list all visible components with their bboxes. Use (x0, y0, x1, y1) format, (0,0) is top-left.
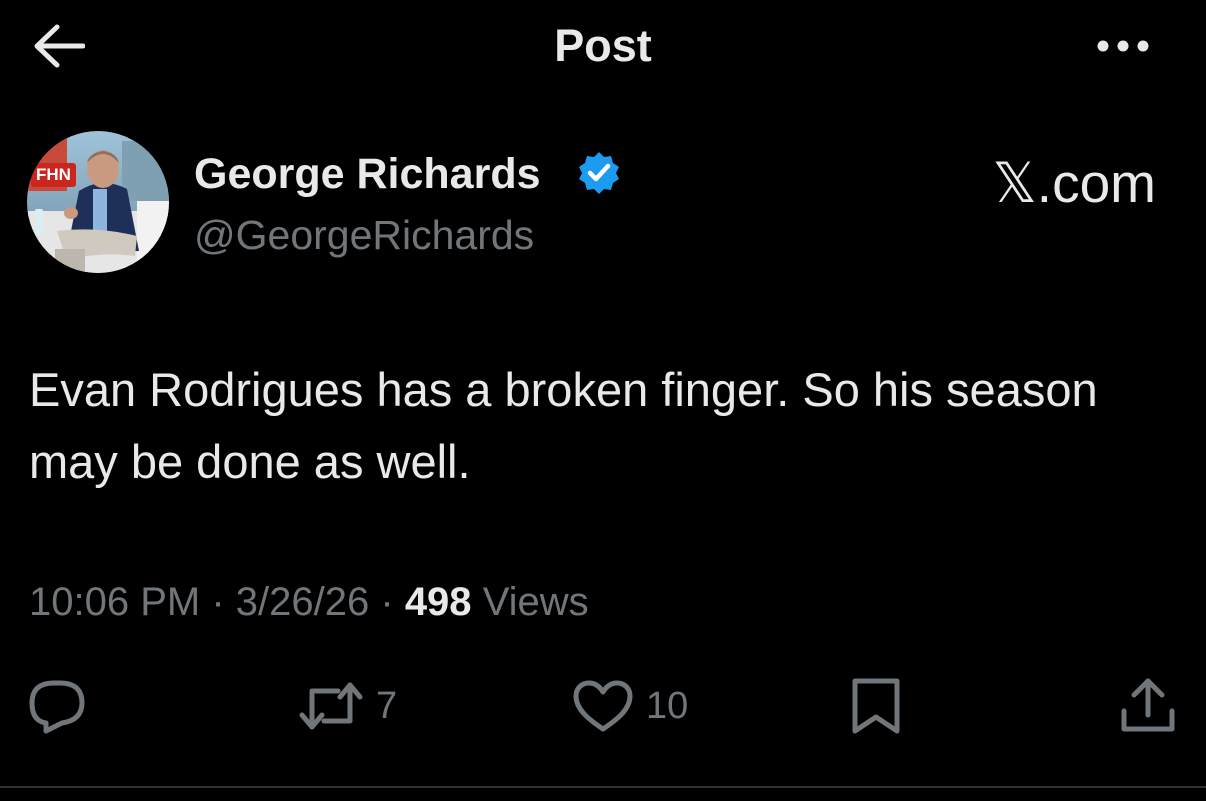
author-handle[interactable]: @GeorgeRichards (194, 208, 534, 262)
repost-button[interactable]: 7 (298, 676, 397, 736)
post-meta: 10:06 PM · 3/26/26 · 498 Views (29, 574, 589, 630)
avatar[interactable]: FHN (27, 131, 169, 273)
watermark: 𝕏.com (992, 152, 1157, 214)
more-options-button[interactable] (1090, 28, 1156, 64)
repost-count: 7 (376, 684, 398, 727)
post-time[interactable]: 10:06 PM (29, 580, 200, 624)
like-button[interactable]: 10 (572, 676, 688, 736)
share-icon (1121, 678, 1175, 732)
views-count: 498 (404, 580, 472, 624)
meta-separator: · (211, 580, 236, 624)
reply-icon (29, 680, 85, 734)
views-label: Views (482, 580, 589, 624)
more-icon (1097, 40, 1149, 52)
divider (0, 786, 1206, 788)
meta-separator: · (380, 580, 405, 624)
verified-badge-icon (579, 152, 619, 194)
page-title: Post (554, 20, 652, 71)
like-count: 10 (646, 684, 689, 727)
like-icon (573, 680, 633, 732)
author-name[interactable]: George Richards (194, 146, 541, 202)
avatar-badge: FHN (31, 163, 76, 187)
bookmark-icon (852, 678, 900, 734)
repost-icon (299, 682, 363, 730)
reply-button[interactable] (26, 676, 88, 736)
share-button[interactable] (1120, 676, 1176, 736)
post-date[interactable]: 3/26/26 (236, 580, 369, 624)
post-text: Evan Rodrigues has a broken finger. So h… (29, 363, 1098, 488)
bookmark-button[interactable] (850, 676, 902, 736)
